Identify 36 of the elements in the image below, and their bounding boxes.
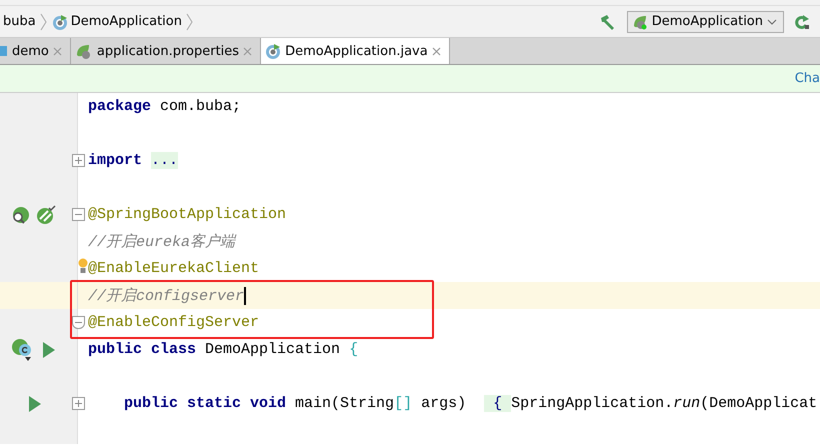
chevron-icon — [186, 12, 194, 30]
code-line: public static void main(String[] args) { SpringApplication.run(DemoApplicat — [124, 395, 818, 412]
spring-leaf-icon — [74, 43, 93, 59]
code-line: //开启configserver — [88, 286, 246, 306]
code-line: package com.buba; — [88, 98, 242, 115]
code-line: @SpringBootApplication — [88, 206, 286, 223]
class-icon — [265, 43, 282, 59]
code-line: import ... — [88, 152, 178, 169]
fold-expand-icon[interactable] — [72, 154, 85, 167]
spring-check-icon — [36, 204, 56, 224]
spring-magnifier-icon — [10, 204, 30, 224]
fold-expand-icon[interactable] — [72, 397, 85, 410]
hammer-icon[interactable] — [598, 14, 617, 30]
fold-collapse-icon[interactable] — [72, 208, 85, 221]
code-line: @EnableEurekaClient — [88, 260, 260, 277]
run-icon[interactable] — [42, 340, 56, 358]
breadcrumb-item[interactable]: DemoApplication — [52, 14, 182, 30]
fold-end-icon[interactable] — [72, 316, 85, 329]
breadcrumb-item[interactable]: buba — [3, 14, 36, 29]
caret-icon — [767, 18, 777, 26]
chevron-icon — [40, 12, 48, 30]
notification-link[interactable]: Cha — [794, 71, 820, 86]
code-line: @EnableConfigServer — [88, 314, 260, 331]
editor-tab[interactable]: demo — [0, 38, 71, 64]
run-icon[interactable] — [28, 394, 42, 412]
close-icon[interactable] — [52, 46, 62, 56]
run-configuration-dropdown[interactable]: DemoApplication — [626, 10, 784, 32]
spring-class-icon — [632, 14, 648, 30]
code-line: public class DemoApplication { — [88, 341, 358, 358]
lightbulb-icon[interactable] — [78, 258, 88, 276]
code-line: //开启eureka客户端 — [88, 232, 236, 251]
editor-tab[interactable]: DemoApplication.java — [261, 38, 450, 64]
close-icon[interactable] — [432, 46, 441, 56]
rerun-icon[interactable] — [794, 14, 810, 30]
folder-icon — [0, 44, 8, 58]
close-icon[interactable] — [243, 46, 252, 56]
